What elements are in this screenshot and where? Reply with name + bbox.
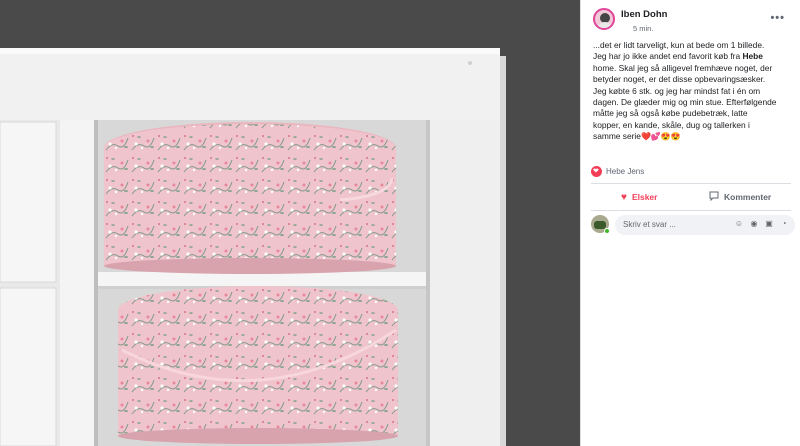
post-text: ...det er lidt tarveligt, kun at bede om…: [593, 40, 793, 143]
post-line-5: Jeg købte 6 stk. og jeg har mindst fat i…: [593, 85, 761, 96]
brand-name: Hebe: [742, 51, 763, 62]
post-photo: [0, 0, 580, 446]
comment-input[interactable]: Skriv et svar ... ☺ ◉ ▣ ◔: [615, 215, 795, 235]
comment-placeholder: Skriv et svar ...: [623, 220, 676, 229]
gif-icon[interactable]: ▣: [764, 219, 774, 229]
reactions-summary[interactable]: Hebe Jens: [591, 166, 791, 180]
post-header: Iben Dohn 5 min. •••: [593, 8, 793, 38]
post-line-6: dagen. De glæder mig og min stue. Efterf…: [593, 97, 777, 108]
divider: [591, 210, 791, 211]
post-timestamp[interactable]: 5 min.: [633, 24, 653, 33]
comment-bubble-icon: [709, 191, 719, 204]
love-button[interactable]: ♥ Elsker: [621, 186, 657, 208]
heart-icon: ♥: [621, 191, 627, 203]
comment-tools: ☺ ◉ ▣ ◔: [734, 219, 789, 229]
post-line-8: kopper, en kande, skåle, dug og tallerke…: [593, 119, 750, 130]
reaction-names[interactable]: Hebe Jens: [606, 166, 644, 177]
love-label: Elsker: [631, 192, 658, 202]
post-side-panel: Iben Dohn 5 min. ••• ...det er lidt tarv…: [580, 0, 800, 446]
comment-button[interactable]: Kommenter: [709, 186, 771, 208]
more-options-icon[interactable]: •••: [770, 12, 785, 24]
author-avatar[interactable]: [593, 8, 615, 30]
divider: [591, 183, 791, 184]
comment-label: Kommenter: [724, 192, 772, 202]
post-line-1: ...det er lidt tarveligt, kun at bede om…: [593, 40, 765, 50]
comment-composer: Skriv et svar ... ☺ ◉ ▣ ◔: [591, 215, 797, 237]
post-line-3: home. Skal jeg så alligevel fremhæve nog…: [593, 62, 773, 73]
sticker-icon[interactable]: ◔: [779, 219, 789, 229]
photo-viewer[interactable]: [0, 0, 580, 446]
emoji-icon[interactable]: ☺: [734, 219, 744, 229]
author-name[interactable]: Iben Dohn: [621, 9, 667, 20]
post-line-7: måtte jeg så også købe pudebetræk, latte: [593, 108, 748, 119]
love-reaction-icon: [591, 166, 602, 177]
post-line-9: samme serie❤️💕😍😍: [593, 131, 681, 142]
camera-icon[interactable]: ◉: [749, 219, 759, 229]
post-line-4: betyder noget, er det disse opbevaringsæ…: [593, 74, 766, 85]
post-line-2: Jeg har jo ikke andet end favorit køb fr…: [593, 51, 763, 62]
post-emojis: ❤️💕😍😍: [640, 132, 681, 142]
post-actions: ♥ Elsker Kommenter: [591, 186, 791, 208]
online-status-icon: [604, 228, 610, 234]
